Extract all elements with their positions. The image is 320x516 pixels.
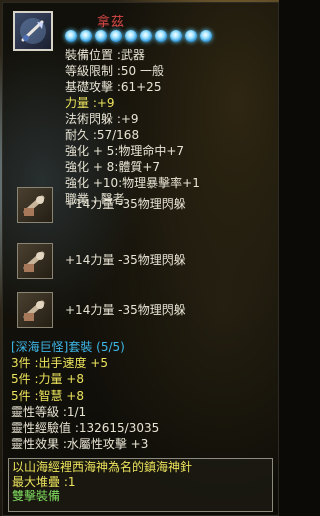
set-bonus-5a: 5件 :力量 +8 — [11, 372, 84, 387]
mortar-gem-icon — [17, 292, 53, 328]
refine-orb-icon — [170, 30, 182, 42]
refine-orbs — [65, 30, 212, 42]
mortar-gem-icon — [17, 187, 53, 223]
gem-bonus-3: +14力量 -35物理閃躲 — [65, 303, 186, 317]
refine-orb-icon — [65, 30, 77, 42]
refine-orb-icon — [185, 30, 197, 42]
item-tooltip: 拿茲 裝備位置 :武器 等級限制 :50 一般 基礎攻擊 :61+25 力量 :… — [2, 2, 279, 516]
set-bonus-5b: 5件 :智慧 +8 — [11, 388, 84, 403]
attr-level-requirement: 等級限制 :50 一般 — [65, 64, 164, 78]
mortar-gem-icon — [17, 243, 53, 279]
attr-strength: 力量 :+9 — [65, 96, 115, 110]
set-bonus-block: [深海巨怪]套裝 (5/5) 3件 :出手速度 +5 5件 :力量 +8 5件 … — [11, 339, 159, 452]
attribute-list: 裝備位置 :武器 等級限制 :50 一般 基礎攻擊 :61+25 力量 :+9 … — [65, 47, 200, 207]
equip-hint: 雙擊裝備 — [12, 489, 61, 503]
refine-orb-icon — [125, 30, 137, 42]
gem-bonus-2: +14力量 -35物理閃躲 — [65, 253, 186, 267]
spirit-exp: 靈性經驗值 :132615/3035 — [11, 421, 160, 436]
attr-magic-evasion: 法術閃躲 :+9 — [65, 112, 139, 126]
spirit-level: 靈性等級 :1/1 — [11, 404, 87, 419]
spirit-effect: 靈性效果 :水屬性攻擊 +3 — [11, 437, 149, 452]
refine-orb-icon — [155, 30, 167, 42]
attr-enhance-5: 強化 + 5:物理命中+7 — [65, 144, 185, 158]
refine-orb-icon — [110, 30, 122, 42]
attr-enhance-10: 強化 +10:物理暴擊率+1 — [65, 176, 200, 190]
item-description: 以山海經裡西海神為名的鎮海神針 最大堆疊 :1 雙擊裝備 — [8, 458, 273, 512]
set-title: [深海巨怪]套裝 (5/5) — [11, 340, 125, 354]
item-name: 拿茲 — [97, 15, 126, 30]
attr-enhance-8: 強化 + 8:體質+7 — [65, 160, 161, 174]
refine-orb-icon — [80, 30, 92, 42]
weapon-icon — [13, 11, 53, 51]
description-line: 以山海經裡西海神為名的鎮海神針 — [12, 460, 193, 474]
attr-base-attack: 基礎攻擊 :61+25 — [65, 80, 162, 94]
attr-durability: 耐久 :57/168 — [65, 128, 140, 142]
refine-orb-icon — [140, 30, 152, 42]
attr-slot: 裝備位置 :武器 — [65, 48, 145, 62]
refine-orb-icon — [200, 30, 212, 42]
refine-orb-icon — [95, 30, 107, 42]
set-bonus-3: 3件 :出手速度 +5 — [11, 356, 108, 371]
stack-limit: 最大堆疊 :1 — [12, 474, 76, 489]
gem-bonus-1: +14力量 -35物理閃躲 — [65, 197, 186, 211]
